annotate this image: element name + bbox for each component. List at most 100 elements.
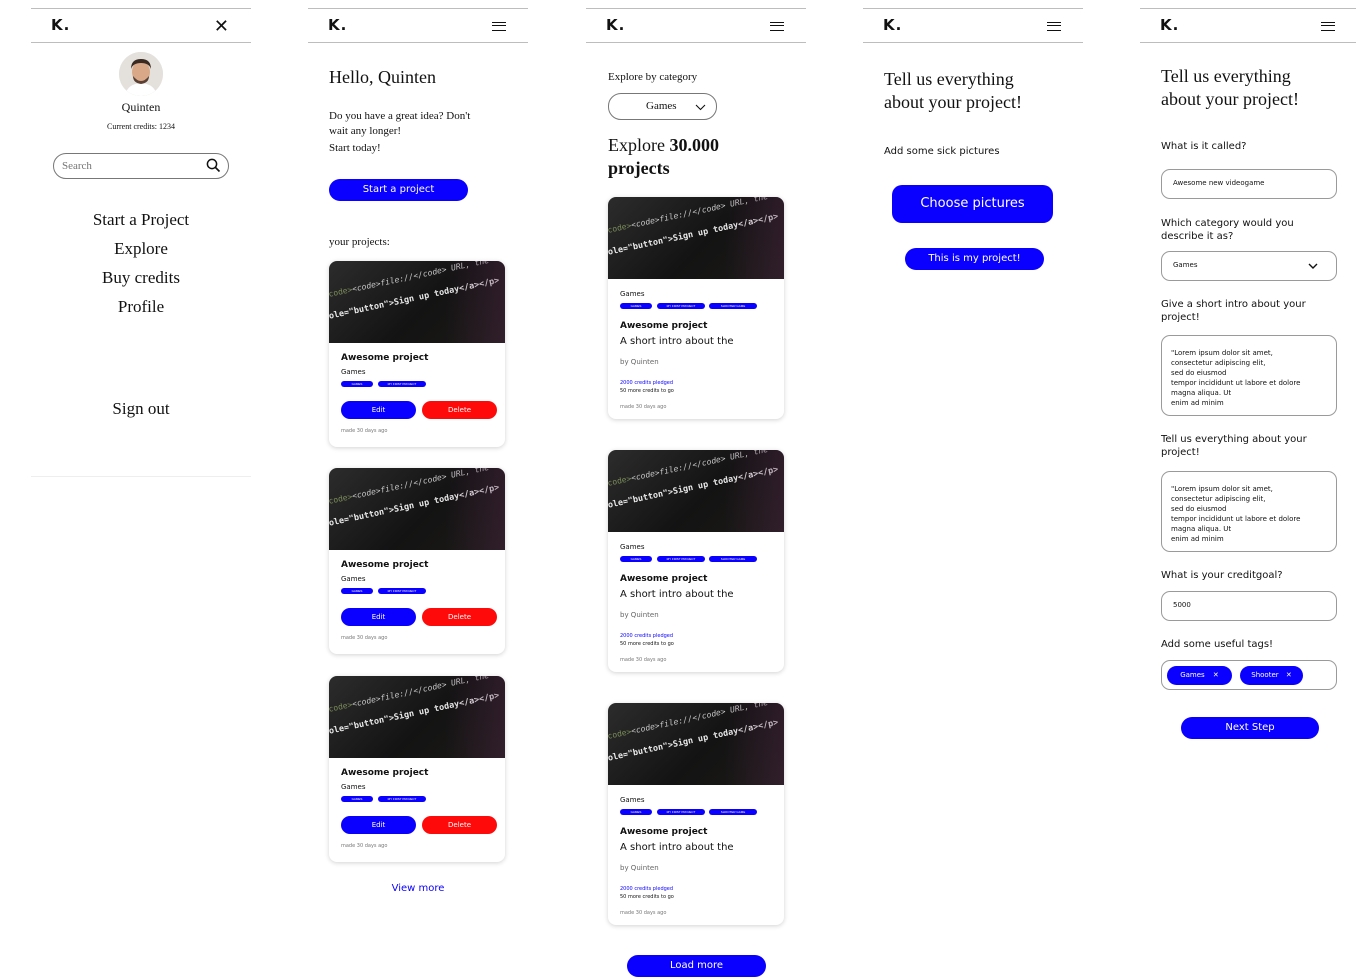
hamburger-icon[interactable] bbox=[1047, 22, 1061, 31]
view-more-link[interactable]: View more bbox=[308, 883, 528, 894]
credits-pledged: 2000 credits pledged bbox=[620, 633, 674, 639]
code-accent bbox=[724, 197, 784, 279]
tags-field[interactable]: Games ✕ Shooter ✕ bbox=[1161, 660, 1337, 690]
search-icon[interactable] bbox=[206, 158, 221, 173]
greeting: Hello, Quinten bbox=[329, 67, 436, 87]
project-card[interactable]: <code><code>file://</code> URL, the role=… bbox=[608, 450, 784, 672]
user-name: Quinten bbox=[121, 100, 161, 114]
form-title-line-1: Tell us everything bbox=[884, 69, 1014, 89]
intro-question-line-2: project! bbox=[1161, 312, 1200, 323]
tag-badge: GAMES bbox=[341, 796, 373, 802]
tag-badge: MY FIRST PROJECT bbox=[378, 381, 426, 387]
logo[interactable]: K. bbox=[883, 16, 902, 34]
category-question: Which category would you describe it as? bbox=[1161, 217, 1294, 243]
nav-item-profile[interactable]: Profile bbox=[31, 297, 251, 317]
tag-chip-games[interactable]: Games ✕ bbox=[1167, 666, 1232, 685]
logo[interactable]: K. bbox=[51, 16, 70, 34]
description-text-line: sed do eiusmod bbox=[1171, 505, 1227, 513]
category-question-line-2: describe it as? bbox=[1161, 231, 1234, 242]
hamburger-icon[interactable] bbox=[1321, 22, 1335, 31]
project-intro: A short intro about the bbox=[620, 589, 734, 600]
category-select[interactable]: Games bbox=[1161, 251, 1337, 281]
header: K. ✕ bbox=[31, 8, 251, 43]
menu-screen: K. ✕ Quinten Current credits: 1234 Start… bbox=[31, 0, 251, 979]
intro-textarea[interactable]: "Lorem ipsum dolor sit amet, consectetur… bbox=[1161, 335, 1337, 416]
project-card[interactable]: <code><code>file://</code> URL, the role=… bbox=[329, 261, 505, 447]
project-card[interactable]: <code><code>file://</code> URL, the role=… bbox=[608, 703, 784, 925]
edit-button[interactable]: Edit bbox=[341, 816, 416, 834]
load-more-button[interactable]: Load more bbox=[627, 955, 766, 977]
project-intro: A short intro about the bbox=[620, 842, 734, 853]
tag-chip-shooter[interactable]: Shooter ✕ bbox=[1240, 666, 1303, 685]
category-question-line-1: Which category would you bbox=[1161, 218, 1294, 229]
name-field[interactable]: Awesome new videogame bbox=[1161, 169, 1337, 199]
search-field[interactable] bbox=[53, 153, 229, 179]
tag-badge: MY FIRST PROJECT bbox=[657, 809, 705, 815]
explore-label: Explore by category bbox=[608, 71, 698, 83]
intro-line-2: wait any longer! bbox=[329, 125, 402, 137]
projects-heading: your projects: bbox=[329, 236, 390, 248]
description-textarea[interactable]: "Lorem ipsum dolor sit amet, consectetur… bbox=[1161, 471, 1337, 552]
logo[interactable]: K. bbox=[1160, 16, 1179, 34]
intro-text-line: sed do eiusmod bbox=[1171, 369, 1227, 377]
tag-remove-icon[interactable]: ✕ bbox=[1213, 671, 1219, 679]
code-token: <code> bbox=[329, 491, 354, 507]
confirm-project-button[interactable]: This is my project! bbox=[905, 248, 1044, 270]
hamburger-icon[interactable] bbox=[770, 22, 784, 31]
tag-badge: SHOOTER GAME bbox=[709, 556, 757, 562]
pictures-screen: K. Tell us everything about your project… bbox=[863, 0, 1083, 979]
tag-badge: MY FIRST PROJECT bbox=[378, 588, 426, 594]
project-category: Games bbox=[620, 796, 645, 804]
search-input[interactable] bbox=[62, 158, 202, 174]
edit-button[interactable]: Edit bbox=[341, 608, 416, 626]
start-project-button[interactable]: Start a project bbox=[329, 179, 468, 201]
project-card[interactable]: <code><code>file://</code> URL, the role=… bbox=[329, 468, 505, 654]
choose-pictures-button[interactable]: Choose pictures bbox=[892, 185, 1053, 223]
project-card[interactable]: <code><code>file://</code> URL, the role=… bbox=[608, 197, 784, 419]
delete-button[interactable]: Delete bbox=[422, 401, 497, 419]
project-author: by Quinten bbox=[620, 358, 659, 366]
header: K. bbox=[586, 8, 806, 43]
next-step-button[interactable]: Next Step bbox=[1181, 717, 1319, 739]
delete-button[interactable]: Delete bbox=[422, 816, 497, 834]
intro-text-line: enim ad minim bbox=[1171, 399, 1224, 407]
project-card[interactable]: <code><code>file://</code> URL, the role=… bbox=[329, 676, 505, 862]
everything-question-line-2: project! bbox=[1161, 447, 1200, 458]
category-select[interactable]: Games bbox=[608, 93, 717, 120]
description-text-line: "Lorem ipsum dolor sit amet, bbox=[1171, 485, 1273, 493]
project-category: Games bbox=[341, 575, 366, 583]
hamburger-icon[interactable] bbox=[492, 22, 506, 31]
delete-button[interactable]: Delete bbox=[422, 608, 497, 626]
intro-question-line-1: Give a short intro about your bbox=[1161, 299, 1306, 310]
category-value: Games bbox=[1173, 261, 1198, 269]
code-token: <code> bbox=[608, 726, 633, 742]
intro-text-line: magna aliqua. Ut bbox=[1171, 389, 1232, 397]
nav-item-buy-credits[interactable]: Buy credits bbox=[31, 268, 251, 288]
sign-out-link[interactable]: Sign out bbox=[31, 399, 251, 419]
tag-badge: SHOOTER GAME bbox=[709, 809, 757, 815]
explore-heading-count: 30.000 bbox=[669, 135, 719, 155]
edit-button[interactable]: Edit bbox=[341, 401, 416, 419]
avatar bbox=[119, 52, 163, 96]
logo[interactable]: K. bbox=[606, 16, 625, 34]
made-date: made 30 days ago bbox=[341, 428, 388, 434]
project-author: by Quinten bbox=[620, 864, 659, 872]
credits-pledged: 2000 credits pledged bbox=[620, 886, 674, 892]
tag-badge: MY FIRST PROJECT bbox=[657, 556, 705, 562]
goal-field[interactable]: 5000 bbox=[1161, 591, 1337, 621]
divider bbox=[31, 476, 251, 477]
nav-item-start-project[interactable]: Start a Project bbox=[31, 210, 251, 230]
goal-value: 5000 bbox=[1173, 601, 1191, 609]
close-icon[interactable]: ✕ bbox=[214, 17, 229, 35]
tag-remove-icon[interactable]: ✕ bbox=[1286, 671, 1292, 679]
goal-question: What is your creditgoal? bbox=[1161, 570, 1283, 581]
project-title: Awesome project bbox=[620, 321, 708, 331]
form-title: Tell us everything about your project! bbox=[884, 68, 1022, 114]
project-thumbnail: <code><code>file://</code> URL, the role=… bbox=[608, 703, 784, 785]
name-question: What is it called? bbox=[1161, 141, 1247, 152]
project-intro: A short intro about the bbox=[620, 336, 734, 347]
explore-screen: K. Explore by category Games Explore 30.… bbox=[586, 0, 806, 979]
code-token: <code> bbox=[608, 473, 633, 489]
logo[interactable]: K. bbox=[328, 16, 347, 34]
nav-item-explore[interactable]: Explore bbox=[31, 239, 251, 259]
